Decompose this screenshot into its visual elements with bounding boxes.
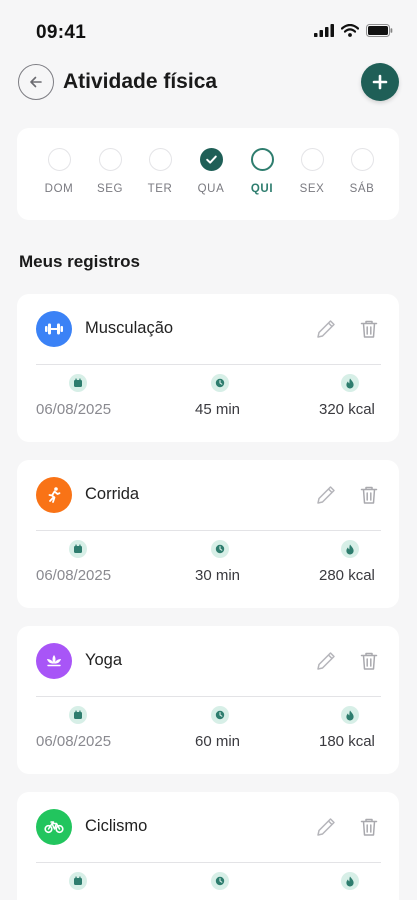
edit-button[interactable] xyxy=(313,648,339,674)
trash-icon xyxy=(360,652,378,670)
pencil-icon xyxy=(317,320,335,338)
record-card[interactable]: Corrida 06/08/2025 30 min 280 kcal xyxy=(17,460,399,608)
record-card[interactable]: Musculação 06/08/2025 45 min 320 kcal xyxy=(17,294,399,442)
divider xyxy=(36,364,381,365)
flame-icon xyxy=(341,706,359,724)
plus-icon xyxy=(372,74,388,90)
divider xyxy=(36,530,381,531)
record-duration: 30 min xyxy=(195,567,241,584)
record-date: 06/08/2025 xyxy=(36,401,112,418)
day-circle-today[interactable] xyxy=(250,148,274,171)
day-label: TER xyxy=(147,183,173,195)
bicycle-icon xyxy=(36,809,72,845)
record-card[interactable]: Yoga 06/08/2025 60 min 180 kcal xyxy=(17,626,399,774)
day-circle[interactable] xyxy=(148,148,172,171)
battery-icon xyxy=(366,24,393,37)
day-label: SEX xyxy=(299,183,325,195)
delete-button[interactable] xyxy=(356,814,382,840)
day-circle-checked[interactable] xyxy=(199,148,223,171)
trash-icon xyxy=(360,818,378,836)
pencil-icon xyxy=(317,818,335,836)
flame-icon xyxy=(341,872,359,890)
pencil-icon xyxy=(317,486,335,504)
activity-name: Yoga xyxy=(85,651,123,669)
day-label-today: QUI xyxy=(250,183,274,195)
record-card[interactable]: Ciclismo xyxy=(17,792,399,900)
record-calories: 180 kcal xyxy=(319,733,375,750)
back-button[interactable] xyxy=(18,64,54,100)
status-icons xyxy=(314,24,393,37)
day-seg[interactable]: SEG xyxy=(88,148,132,195)
day-circle[interactable] xyxy=(98,148,122,171)
calendar-icon xyxy=(69,374,87,392)
record-duration: 60 min xyxy=(195,733,241,750)
calendar-icon xyxy=(69,540,87,558)
record-calories: 320 kcal xyxy=(319,401,375,418)
record-duration: 45 min xyxy=(195,401,241,418)
page-title: Atividade física xyxy=(63,70,218,93)
activity-name: Ciclismo xyxy=(85,817,148,835)
edit-button[interactable] xyxy=(313,316,339,342)
running-icon xyxy=(36,477,72,513)
day-qui[interactable]: QUI xyxy=(240,148,284,195)
section-title: Meus registros xyxy=(19,252,140,271)
clock-icon xyxy=(211,872,229,890)
record-calories: 280 kcal xyxy=(319,567,375,584)
wifi-icon xyxy=(341,24,359,37)
check-icon xyxy=(205,155,217,164)
add-activity-button[interactable] xyxy=(361,63,399,101)
dumbbell-icon xyxy=(36,311,72,347)
clock-icon xyxy=(211,706,229,724)
day-circle[interactable] xyxy=(47,148,71,171)
pencil-icon xyxy=(317,652,335,670)
calendar-icon xyxy=(69,872,87,890)
clock-icon xyxy=(211,540,229,558)
delete-button[interactable] xyxy=(356,482,382,508)
status-time: 09:41 xyxy=(36,22,87,43)
day-dom[interactable]: DOM xyxy=(37,148,81,195)
clock-icon xyxy=(211,374,229,392)
day-label: SEG xyxy=(96,183,124,195)
day-ter[interactable]: TER xyxy=(138,148,182,195)
day-label: DOM xyxy=(44,183,74,195)
edit-button[interactable] xyxy=(313,482,339,508)
day-circle[interactable] xyxy=(300,148,324,171)
trash-icon xyxy=(360,486,378,504)
activity-name: Musculação xyxy=(85,319,174,337)
signal-icon xyxy=(314,24,334,37)
divider xyxy=(36,696,381,697)
day-label: SÁB xyxy=(349,183,375,195)
record-date: 06/08/2025 xyxy=(36,567,112,584)
day-sex[interactable]: SEX xyxy=(290,148,334,195)
header: Atividade física xyxy=(0,58,417,110)
activity-name: Corrida xyxy=(85,485,140,503)
arrow-left-icon xyxy=(30,76,42,88)
day-circle[interactable] xyxy=(350,148,374,171)
week-selector: DOM SEG TER QUA QUI SEX SÁB xyxy=(17,128,399,220)
flame-icon xyxy=(341,540,359,558)
status-bar: 09:41 xyxy=(0,0,417,58)
day-qua[interactable]: QUA xyxy=(189,148,233,195)
edit-button[interactable] xyxy=(313,814,339,840)
record-date: 06/08/2025 xyxy=(36,733,112,750)
flame-icon xyxy=(341,374,359,392)
delete-button[interactable] xyxy=(356,648,382,674)
calendar-icon xyxy=(69,706,87,724)
trash-icon xyxy=(360,320,378,338)
day-label: QUA xyxy=(197,183,225,195)
day-sab[interactable]: SÁB xyxy=(340,148,384,195)
lotus-icon xyxy=(36,643,72,679)
divider xyxy=(36,862,381,863)
delete-button[interactable] xyxy=(356,316,382,342)
